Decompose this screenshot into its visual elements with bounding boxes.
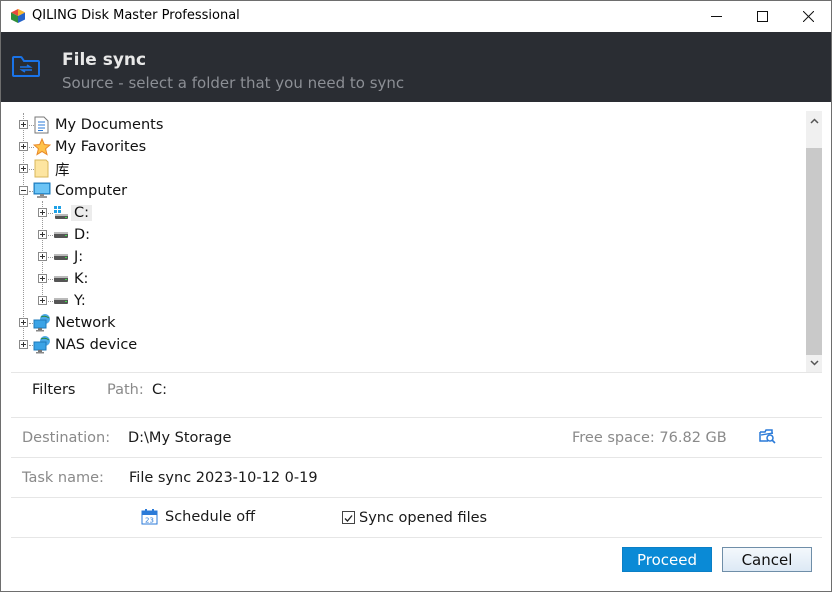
scroll-down-button[interactable] — [806, 355, 822, 371]
minimize-button[interactable] — [693, 1, 739, 32]
divider — [11, 417, 822, 418]
divider — [11, 497, 822, 498]
free-space: Free space: 76.82 GB — [572, 430, 727, 446]
sync-opened-files-checkbox[interactable] — [342, 511, 355, 524]
drive-icon — [54, 254, 68, 260]
collapse-toggle[interactable] — [19, 186, 28, 195]
schedule-button[interactable]: 23 Schedule off — [141, 508, 255, 525]
tree-item-drive-d[interactable]: D: — [11, 224, 90, 246]
tree-item-drive-j[interactable]: J: — [11, 246, 83, 268]
proceed-button[interactable]: Proceed — [622, 547, 712, 572]
path-label: Path: — [107, 382, 144, 398]
library-folder-icon — [34, 159, 49, 178]
nas-icon — [33, 336, 50, 354]
tree-connector — [48, 301, 53, 302]
expand-toggle[interactable] — [19, 318, 28, 327]
tree-item-label: NAS device — [55, 337, 138, 353]
divider — [11, 372, 822, 373]
network-icon — [33, 314, 50, 332]
drive-icon — [54, 276, 68, 282]
expand-toggle[interactable] — [38, 230, 47, 239]
expand-toggle[interactable] — [38, 252, 47, 261]
tree-item-label: Computer — [55, 183, 128, 199]
tree-item-drive-k[interactable]: K: — [11, 268, 88, 290]
divider — [11, 537, 822, 538]
computer-icon — [33, 182, 51, 198]
filters-button[interactable]: Filters — [32, 382, 75, 398]
tree-item-label: J: — [74, 249, 84, 265]
drive-icon — [54, 232, 68, 238]
document-icon — [34, 116, 49, 134]
close-icon — [802, 11, 814, 22]
tree-item-network[interactable]: Network — [11, 312, 116, 334]
tree-connector — [48, 279, 53, 280]
page-subtitle: Source - select a folder that you need t… — [62, 74, 405, 92]
source-folder-tree[interactable]: My Documents My Favorites 库 Computer C: … — [11, 109, 806, 371]
window-title: QILING Disk Master Professional — [32, 8, 240, 23]
chevron-down-icon — [809, 360, 819, 366]
destination-label: Destination: — [22, 430, 111, 446]
close-button[interactable] — [785, 1, 831, 32]
expand-toggle[interactable] — [38, 274, 47, 283]
svg-text:23: 23 — [145, 517, 154, 525]
tree-item-drive-c[interactable]: C: — [11, 202, 93, 224]
minimize-icon — [710, 16, 722, 17]
star-icon — [33, 138, 51, 156]
tree-item-my-documents[interactable]: My Documents — [11, 114, 163, 136]
tree-item-label: 库 — [55, 162, 70, 179]
title-bar: QILING Disk Master Professional — [1, 1, 831, 32]
destination-value[interactable]: D:\My Storage — [128, 430, 231, 446]
expand-toggle[interactable] — [19, 142, 28, 151]
tree-item-label: K: — [74, 271, 89, 287]
scroll-up-button[interactable] — [806, 113, 822, 129]
tree-connector — [48, 235, 53, 236]
maximize-button[interactable] — [739, 1, 785, 32]
calendar-icon: 23 — [141, 509, 158, 525]
checkmark-icon — [344, 515, 353, 522]
tree-item-label: C: — [71, 205, 93, 221]
sync-opened-files-label[interactable]: Sync opened files — [359, 510, 487, 526]
maximize-icon — [756, 11, 768, 22]
schedule-label: Schedule off — [165, 508, 256, 525]
chevron-up-icon — [809, 118, 819, 124]
path-value: C: — [152, 382, 168, 398]
tree-item-label: Y: — [74, 293, 86, 309]
page-title: File sync — [62, 50, 147, 70]
expand-toggle[interactable] — [19, 164, 28, 173]
cancel-button[interactable]: Cancel — [722, 547, 812, 572]
drive-icon — [54, 298, 68, 304]
tree-item-nas-device[interactable]: NAS device — [11, 334, 137, 356]
task-name-input[interactable]: File sync 2023-10-12 0-19 — [129, 470, 318, 486]
tree-item-label: Network — [55, 315, 116, 331]
tree-item-label: My Favorites — [55, 139, 147, 155]
app-logo-icon — [11, 9, 25, 23]
task-name-label: Task name: — [22, 470, 104, 486]
expand-toggle[interactable] — [38, 296, 47, 305]
expand-toggle[interactable] — [19, 340, 28, 349]
tree-item-my-favorites[interactable]: My Favorites — [11, 136, 146, 158]
tree-item-computer[interactable]: Computer — [11, 180, 127, 202]
browse-folder-icon[interactable] — [759, 429, 776, 444]
expand-toggle[interactable] — [38, 208, 47, 217]
tree-connector — [48, 257, 53, 258]
tree-item-library[interactable]: 库 — [11, 158, 70, 180]
tree-item-drive-y[interactable]: Y: — [11, 290, 86, 312]
expand-toggle[interactable] — [19, 120, 28, 129]
app-window: QILING Disk Master Professional File syn… — [0, 0, 832, 592]
tree-scrollbar[interactable] — [806, 111, 822, 373]
scroll-thumb[interactable] — [806, 148, 822, 355]
folder-sync-icon — [12, 56, 40, 77]
page-header: File sync Source - select a folder that … — [1, 32, 831, 102]
system-drive-icon — [54, 206, 68, 219]
divider — [11, 457, 822, 458]
tree-item-label: My Documents — [55, 117, 164, 133]
tree-item-label: D: — [74, 227, 91, 243]
